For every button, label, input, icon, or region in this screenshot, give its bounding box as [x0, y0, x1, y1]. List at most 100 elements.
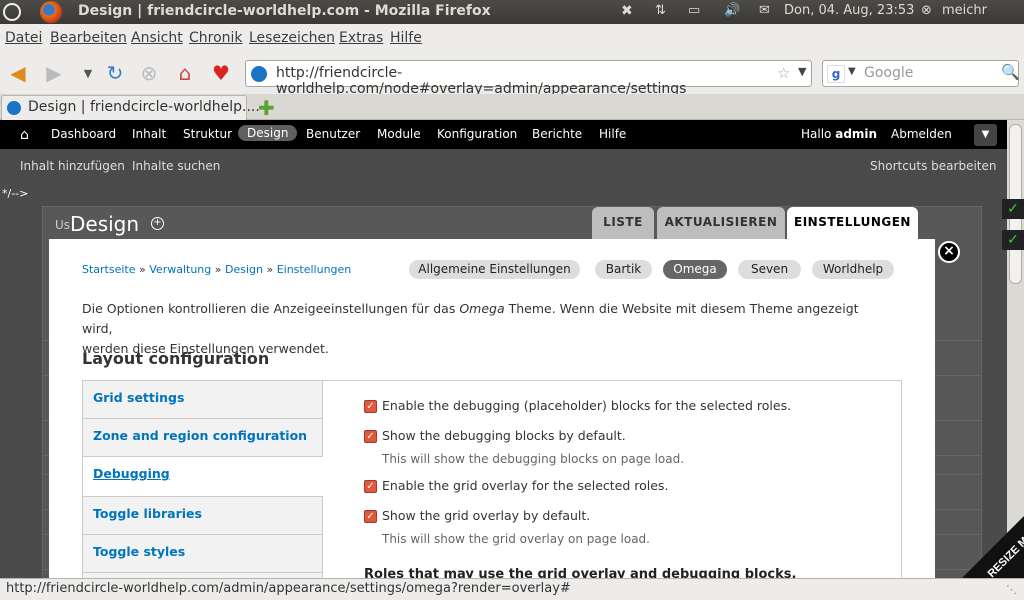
- vtab-zone-region[interactable]: Zone and region configuration: [83, 419, 323, 457]
- tab-einstellungen[interactable]: EINSTELLUNGEN: [787, 207, 918, 239]
- menu-chronik[interactable]: Chronik: [189, 30, 243, 46]
- theme-pill-worldhelp[interactable]: Worldhelp: [812, 260, 894, 279]
- drupal-admin-toolbar: ⌂ Dashboard Inhalt Struktur Design Benut…: [0, 120, 1007, 149]
- shortcuts-toggle-icon[interactable]: ▼: [974, 124, 997, 146]
- breadcrumb-verwaltung[interactable]: Verwaltung: [149, 263, 211, 276]
- network-icon[interactable]: ⇅: [655, 3, 666, 18]
- theme-pill-bartik[interactable]: Bartik: [595, 260, 652, 279]
- option-description: This will show the grid overlay on page …: [382, 532, 650, 546]
- home-icon[interactable]: ⌂: [173, 61, 197, 85]
- shortcut-find-content[interactable]: Inhalte suchen: [132, 159, 220, 173]
- resize-grip-icon[interactable]: ⋱: [1006, 583, 1017, 596]
- breadcrumb-einstellungen[interactable]: Einstellungen: [277, 263, 352, 276]
- ubuntu-logo-icon[interactable]: [3, 3, 21, 21]
- os-top-panel: Design | friendcircle-worldhelp.com - Mo…: [0, 0, 1024, 24]
- status-check-icon[interactable]: ✓: [1002, 230, 1024, 250]
- checkbox-checked-icon[interactable]: ✓: [364, 510, 377, 523]
- checkbox-checked-icon[interactable]: ✓: [364, 480, 377, 493]
- new-tab-icon[interactable]: ✚: [258, 96, 275, 120]
- window-title: Design | friendcircle-worldhelp.com - Mo…: [78, 3, 491, 19]
- toolbar-struktur[interactable]: Struktur: [183, 127, 232, 141]
- search-input[interactable]: Google: [864, 65, 913, 81]
- mail-icon[interactable]: ✉: [759, 3, 770, 18]
- theme-pill-allgemeine[interactable]: Allgemeine Einstellungen: [409, 260, 580, 279]
- url-dropdown-icon[interactable]: ▼: [798, 65, 806, 78]
- volume-icon[interactable]: 🔊: [724, 3, 740, 18]
- page-viewport: ⌂ Dashboard Inhalt Struktur Design Benut…: [0, 120, 1007, 578]
- menu-hilfe[interactable]: Hilfe: [390, 30, 422, 46]
- background-page-text: Us: [55, 218, 71, 232]
- logout-link[interactable]: Abmelden: [891, 127, 952, 141]
- toolbar-module[interactable]: Module: [377, 127, 421, 141]
- bookmark-star-icon[interactable]: ☆: [777, 64, 790, 82]
- menu-ansicht[interactable]: Ansicht: [131, 30, 183, 46]
- status-text: http://friendcircle-worldhelp.com/admin/…: [6, 581, 571, 596]
- search-icon[interactable]: 🔍: [1001, 63, 1020, 81]
- vtab-debugging[interactable]: Debugging: [83, 457, 323, 497]
- status-check-icon[interactable]: ✓: [1002, 199, 1024, 219]
- back-icon[interactable]: ◀: [6, 61, 30, 85]
- vtab-toggle-styles[interactable]: Toggle styles: [83, 535, 323, 573]
- menu-extras[interactable]: Extras: [339, 30, 383, 46]
- menu-lesezeichen[interactable]: Lesezeichen: [249, 30, 335, 46]
- browser-tab[interactable]: Design | friendcircle-worldhelp....: [1, 95, 260, 120]
- bookmark-heart-icon[interactable]: ♥: [209, 61, 233, 85]
- vtab-toggle-libraries[interactable]: Toggle libraries: [83, 497, 323, 535]
- section-heading: Layout configuration: [82, 349, 270, 368]
- option-label: Enable the grid overlay for the selected…: [382, 478, 669, 493]
- option-label: Enable the debugging (placeholder) block…: [382, 398, 792, 413]
- stray-markup-text: */-->: [2, 187, 29, 200]
- clock[interactable]: Don, 04. Aug, 23:53: [784, 3, 914, 18]
- tab-favicon-icon: [7, 101, 21, 115]
- forward-icon[interactable]: ▶: [42, 61, 66, 85]
- url-bar[interactable]: http://friendcircle-worldhelp.com/node#o…: [245, 60, 812, 97]
- edit-shortcuts-link[interactable]: Shortcuts bearbeiten: [870, 159, 997, 173]
- search-bar[interactable]: g ▼ Google 🔍: [822, 60, 1020, 87]
- checkbox-checked-icon[interactable]: ✓: [364, 430, 377, 443]
- toolbar-inhalt[interactable]: Inhalt: [132, 127, 166, 141]
- toolbar-hilfe[interactable]: Hilfe: [599, 127, 626, 141]
- greeting: Hallo admin: [801, 127, 877, 141]
- overlay-title: Design: [70, 212, 140, 236]
- tab-liste[interactable]: LISTE: [592, 207, 654, 239]
- tab-aktualisieren[interactable]: AKTUALISIEREN: [657, 207, 785, 239]
- site-favicon-icon: [251, 66, 267, 82]
- toolbar-dashboard[interactable]: Dashboard: [51, 127, 116, 141]
- username[interactable]: meichr: [942, 3, 987, 18]
- add-shortcut-icon[interactable]: +: [151, 217, 164, 230]
- url-text[interactable]: http://friendcircle-worldhelp.com/node#o…: [276, 65, 811, 97]
- intro-text-before: Die Optionen kontrollieren die Anzeigeei…: [82, 301, 456, 316]
- menu-datei[interactable]: Datei: [5, 30, 42, 46]
- firefox-icon[interactable]: [40, 1, 62, 23]
- reload-icon[interactable]: ↻: [103, 61, 127, 85]
- vtab-grid-settings[interactable]: Grid settings: [83, 381, 323, 419]
- battery-icon[interactable]: ▭: [688, 3, 700, 18]
- toolbar-konfiguration[interactable]: Konfiguration: [437, 127, 517, 141]
- shortcuts-bar: Inhalt hinzufügen Inhalte suchen Shortcu…: [0, 149, 1007, 183]
- history-dropdown-icon[interactable]: ▼: [76, 61, 100, 85]
- theme-pill-seven[interactable]: Seven: [738, 260, 801, 279]
- greeting-username[interactable]: admin: [835, 127, 877, 141]
- breadcrumb-design[interactable]: Design: [225, 263, 263, 276]
- toolbar-berichte[interactable]: Berichte: [532, 127, 582, 141]
- intro-theme-name: Omega: [459, 301, 505, 316]
- google-icon[interactable]: g: [827, 65, 845, 83]
- shortcut-add-content[interactable]: Inhalt hinzufügen: [20, 159, 125, 173]
- breadcrumb-separator: »: [214, 263, 222, 276]
- status-bar: http://friendcircle-worldhelp.com/admin/…: [0, 578, 1024, 600]
- theme-pill-omega[interactable]: Omega: [663, 260, 727, 279]
- overlay-close-icon[interactable]: ×: [938, 241, 960, 263]
- checkbox-checked-icon[interactable]: ✓: [364, 400, 377, 413]
- session-icon[interactable]: ⊗: [921, 3, 932, 18]
- breadcrumb-startseite[interactable]: Startseite: [82, 263, 136, 276]
- toolbar-benutzer[interactable]: Benutzer: [306, 127, 360, 141]
- search-engine-dropdown-icon[interactable]: ▼: [848, 66, 856, 77]
- breadcrumb: Startseite » Verwaltung » Design » Einst…: [82, 263, 351, 276]
- drupal-home-icon[interactable]: ⌂: [20, 127, 29, 143]
- menu-bearbeiten[interactable]: Bearbeiten: [50, 30, 127, 46]
- overlay-content: Startseite » Verwaltung » Design » Einst…: [49, 239, 935, 578]
- roles-heading: Roles that may use the grid overlay and …: [364, 567, 797, 578]
- stop-icon[interactable]: ⊗: [137, 61, 161, 85]
- toolbar-design[interactable]: Design: [238, 125, 298, 141]
- window-close-icon[interactable]: ✖: [621, 3, 635, 19]
